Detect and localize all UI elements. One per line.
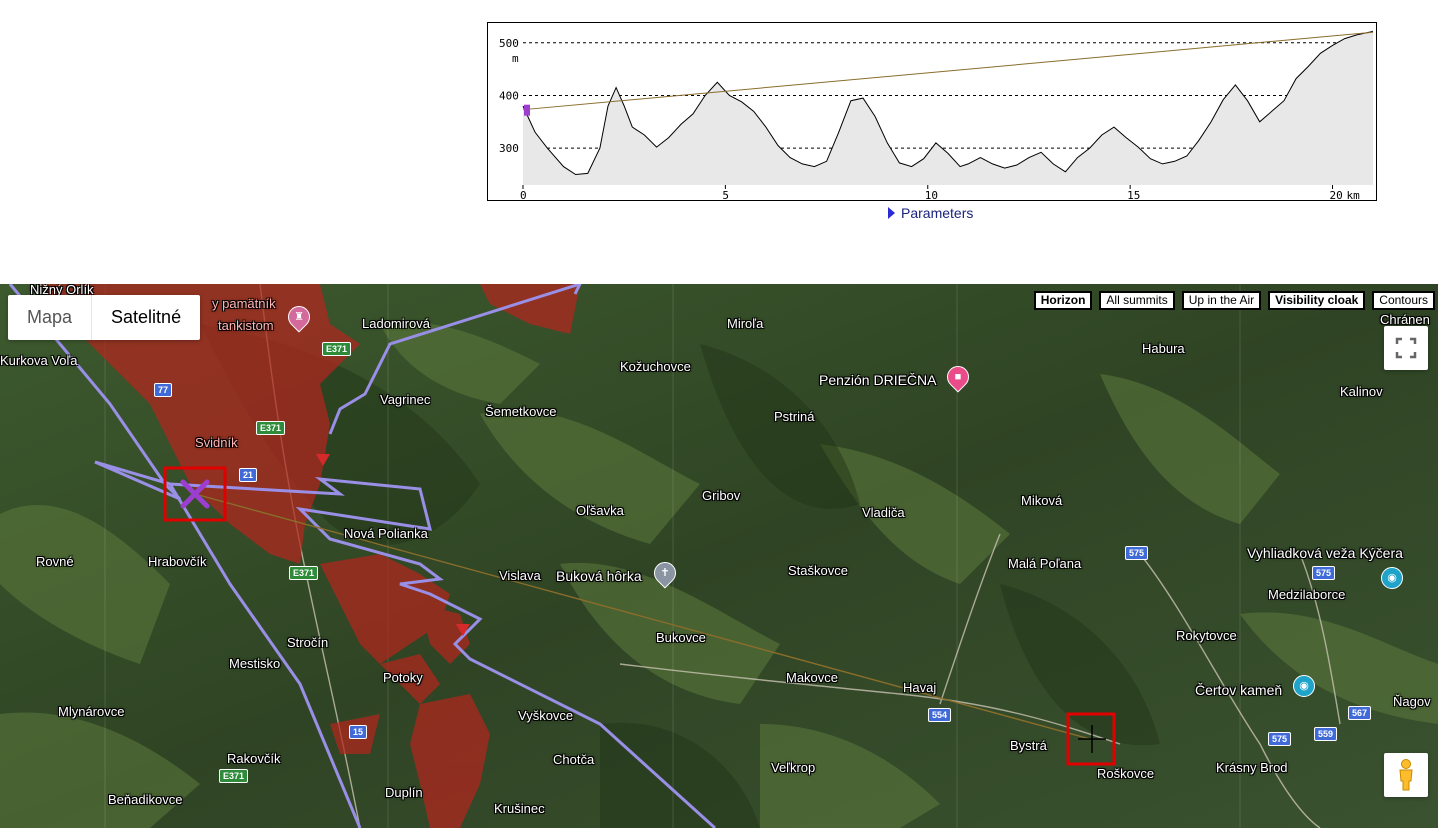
up-in-the-air-button[interactable]: Up in the Air (1181, 291, 1262, 310)
parameters-label: Parameters (901, 205, 974, 221)
road-shield: 15 (349, 725, 368, 739)
place-label: Rakovčík (227, 751, 281, 766)
x-unit-label: km (1347, 189, 1361, 202)
horizon-button[interactable]: Horizon (1033, 291, 1093, 310)
place-label: Rokytovce (1176, 628, 1237, 643)
place-label: Čertov kameň (1195, 682, 1283, 698)
place-label: Šemetkovce (485, 404, 557, 419)
place-label: Vagrinec (380, 392, 431, 407)
map-imagery (0, 284, 1438, 828)
pegman-icon (1399, 759, 1413, 791)
overlay-toggle-bar: Horizon All summits Up in the Air Visibi… (1033, 291, 1435, 310)
street-view-pegman-button[interactable] (1384, 753, 1428, 797)
place-label: Roškovce (1097, 766, 1155, 781)
place-label: Makovce (786, 670, 839, 685)
place-label: y pamätník (212, 296, 276, 311)
road-shield: E371 (256, 421, 286, 435)
map-type-map-button[interactable]: Mapa (8, 295, 93, 340)
road-shield: 77 (154, 383, 173, 397)
y-tick-label: 400 (499, 89, 519, 102)
satellite-map[interactable]: Nižný Orlík y pamätník tankistom Ladomir… (0, 284, 1438, 828)
place-label: Vladiča (862, 505, 905, 520)
place-label: Svidník (195, 435, 238, 450)
map-type-control: Mapa Satelitné (8, 295, 201, 340)
place-label: Ladomirová (362, 316, 430, 331)
map-type-satellite-button[interactable]: Satelitné (92, 295, 200, 340)
place-label: Malá Poľana (1008, 556, 1082, 571)
x-tick-label: 20 (1330, 189, 1343, 202)
place-label: Bystrá (1010, 738, 1047, 753)
x-tick-label: 5 (722, 189, 729, 202)
visibility-cloak-button[interactable]: Visibility cloak (1268, 291, 1366, 310)
camera-icon[interactable]: ◉ (1381, 567, 1403, 589)
place-label: Nová Polianka (344, 526, 428, 541)
y-tick-label: 300 (499, 142, 519, 155)
fullscreen-button[interactable] (1384, 326, 1428, 370)
place-label: Beňadikovce (108, 792, 183, 807)
place-label: Potoky (383, 670, 423, 685)
road-shield: 575 (1268, 732, 1292, 746)
place-label: Miroľa (727, 316, 764, 331)
place-label: Vyškovce (518, 708, 574, 723)
x-tick-label: 10 (925, 189, 938, 202)
y-tick-label: 500 (499, 37, 519, 50)
place-label: Gribov (702, 488, 741, 503)
road-shield: 21 (239, 468, 258, 482)
road-shield: 554 (928, 708, 952, 722)
place-label: Stročín (287, 635, 329, 650)
elevation-profile: 300 400 500 0 5 10 15 20 km m (487, 22, 1377, 202)
place-label: Staškovce (788, 563, 848, 578)
place-label: Veľkrop (771, 760, 816, 775)
place-label: Vislava (499, 568, 541, 583)
parameters-toggle[interactable]: Parameters (888, 205, 973, 221)
road-shield: E371 (289, 566, 319, 580)
road-shield: 559 (1314, 727, 1338, 741)
place-label: Havaj (903, 680, 937, 695)
road-shield: 575 (1312, 566, 1336, 580)
start-marker (524, 104, 530, 116)
x-tick-label: 15 (1127, 189, 1140, 202)
place-label: Duplín (385, 785, 423, 800)
place-label: Krušinec (494, 801, 545, 816)
place-label: Buková hôrka (556, 568, 642, 584)
place-label: Chotča (553, 752, 595, 767)
y-unit-label: m (512, 52, 519, 65)
place-label: Bukovce (656, 630, 706, 645)
camera-icon[interactable]: ◉ (1293, 675, 1315, 697)
place-label: Ňagov (1393, 694, 1431, 709)
x-tick-label: 0 (520, 189, 527, 202)
all-summits-button[interactable]: All summits (1099, 291, 1175, 310)
place-label: Hrabovčík (148, 554, 207, 569)
place-label: Miková (1021, 493, 1063, 508)
place-label: Rovné (36, 554, 74, 569)
road-shield: 567 (1348, 706, 1372, 720)
place-label: tankistom (218, 318, 274, 333)
place-label: Mestisko (229, 656, 281, 671)
place-label: Habura (1142, 341, 1185, 356)
place-label: Kožuchovce (620, 359, 691, 374)
road-shield: E371 (219, 769, 249, 783)
place-label: Pstriná (774, 409, 815, 424)
place-label: Kalinov (1340, 384, 1383, 399)
contours-button[interactable]: Contours (1372, 291, 1435, 310)
place-label: Penzión DRIEČNA (819, 372, 937, 388)
elevation-profile-chart: 300 400 500 0 5 10 15 20 km m (499, 30, 1374, 202)
place-label: Medzilaborce (1268, 587, 1346, 602)
place-label: Kurkova Voľa (0, 353, 78, 368)
place-label: Mlynárovce (58, 704, 125, 719)
place-label: Vyhliadková veža Kýčera (1247, 545, 1403, 561)
place-label: Krásny Brod (1216, 760, 1288, 775)
place-label: Oľšavka (576, 503, 624, 518)
expand-triangle-icon (888, 207, 895, 219)
road-shield: E371 (322, 342, 352, 356)
place-label: Chránen (1380, 312, 1430, 327)
fullscreen-icon (1395, 337, 1417, 359)
elevation-area (523, 31, 1373, 186)
road-shield: 575 (1125, 546, 1149, 560)
